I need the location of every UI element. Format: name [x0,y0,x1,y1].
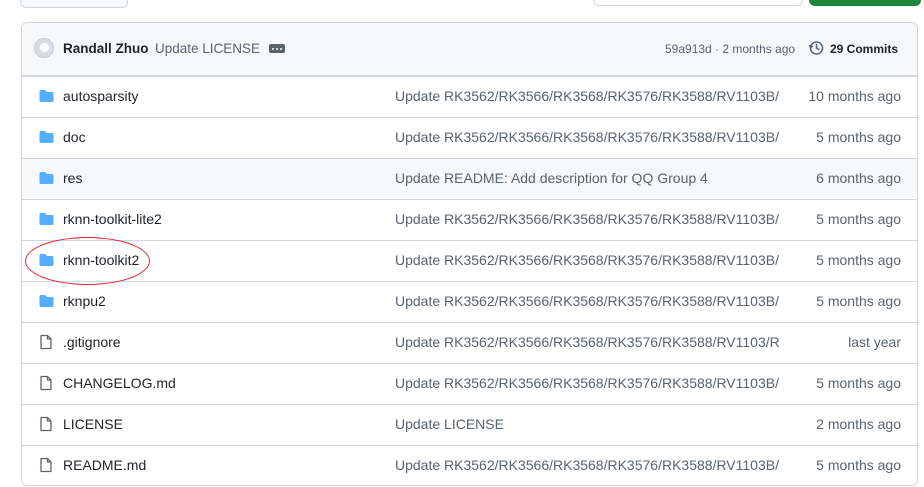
branch-button[interactable] [20,0,128,8]
commit-date: 5 months ago [816,293,901,309]
file-icon [38,457,55,473]
commit-message-link[interactable]: Update README: Add description for QQ Gr… [395,170,780,186]
table-row[interactable]: LICENSE Update LICENSE 2 months ago [22,404,917,444]
table-row[interactable]: CHANGELOG.md Update RK3562/RK3566/RK3568/… [22,363,917,403]
file-link[interactable]: README.md [63,457,146,473]
table-row[interactable]: doc Update RK3562/RK3566/RK3568/RK3576/RK… [22,117,917,157]
commit-message-link[interactable]: Update RK3562/RK3566/RK3568/RK3576/RK358… [395,252,780,268]
table-row[interactable]: rknn-toolkit-lite2 Update RK3562/RK3566/R… [22,199,917,239]
table-row[interactable]: res Update README: Add description for QQ… [22,158,917,198]
file-icon [38,416,55,432]
avatar[interactable] [34,38,54,58]
folder-icon [38,129,55,145]
folder-icon [38,293,55,309]
commit-date: 5 months ago [816,375,901,391]
folder-icon [38,170,55,186]
commit-message-link[interactable]: Update RK3562/RK3566/RK3568/RK3576/RK358… [395,457,780,473]
commits-link[interactable]: 29 Commits [830,42,898,56]
history-icon[interactable] [808,40,824,56]
commit-sha-time[interactable]: 59a913d · 2 months ago [665,42,795,56]
commit-date: 5 months ago [816,211,901,227]
ellipsis-icon[interactable] [269,44,285,53]
commit-date: 6 months ago [816,170,901,186]
latest-commit-bar: Randall Zhuo Update LICENSE 59a913d · 2 … [22,23,917,76]
commit-message-link[interactable]: Update RK3562/RK3566/RK3568/RK3576/RK358… [395,375,780,391]
folder-link[interactable]: rknn-toolkit-lite2 [63,211,162,227]
commit-author[interactable]: Randall Zhuo [63,41,149,56]
commit-date: last year [848,334,901,350]
file-link[interactable]: CHANGELOG.md [63,375,176,391]
go-to-file-input[interactable] [593,0,803,6]
folder-link[interactable]: res [63,170,82,186]
code-button[interactable] [809,0,921,6]
folder-link[interactable]: autosparsity [63,88,138,104]
commit-message-link[interactable]: Update RK3562/RK3566/RK3568/RK3576/RK358… [395,88,780,104]
commit-date: 5 months ago [816,252,901,268]
folder-icon [38,211,55,227]
highlight-ring [25,237,150,285]
commit-message-link[interactable]: Update RK3562/RK3566/RK3568/RK3576/RK358… [395,129,780,145]
file-icon [38,334,55,350]
folder-link[interactable]: rknpu2 [63,293,106,309]
commit-date: 10 months ago [808,88,901,104]
commit-message-link[interactable]: Update RK3562/RK3566/RK3568/RK3576/RK358… [395,334,780,350]
folder-link[interactable]: doc [63,129,86,145]
folder-icon [38,88,55,104]
table-row[interactable]: rknpu2 Update RK3562/RK3566/RK3568/RK3576… [22,281,917,321]
commit-message-link[interactable]: Update LICENSE [395,416,780,432]
file-link[interactable]: .gitignore [63,334,121,350]
commit-message[interactable]: Update LICENSE [155,41,260,56]
file-icon [38,375,55,391]
table-row[interactable]: autosparsity Update RK3562/RK3566/RK3568/… [22,76,917,116]
commit-date: 2 months ago [816,416,901,432]
commit-date: 5 months ago [816,129,901,145]
table-row[interactable]: rknn-toolkit2 Update RK3562/RK3566/RK3568… [22,240,917,280]
file-link[interactable]: LICENSE [63,416,123,432]
table-row[interactable]: README.md Update RK3562/RK3566/RK3568/RK3… [22,445,917,485]
commit-message-link[interactable]: Update RK3562/RK3566/RK3568/RK3576/RK358… [395,211,780,227]
commit-date: 5 months ago [816,457,901,473]
commit-message-link[interactable]: Update RK3562/RK3566/RK3568/RK3576/RK358… [395,293,780,309]
table-row[interactable]: .gitignore Update RK3562/RK3566/RK3568/RK… [22,322,917,362]
top-toolbar-edge [0,0,924,8]
file-browser: Randall Zhuo Update LICENSE 59a913d · 2 … [21,22,918,486]
